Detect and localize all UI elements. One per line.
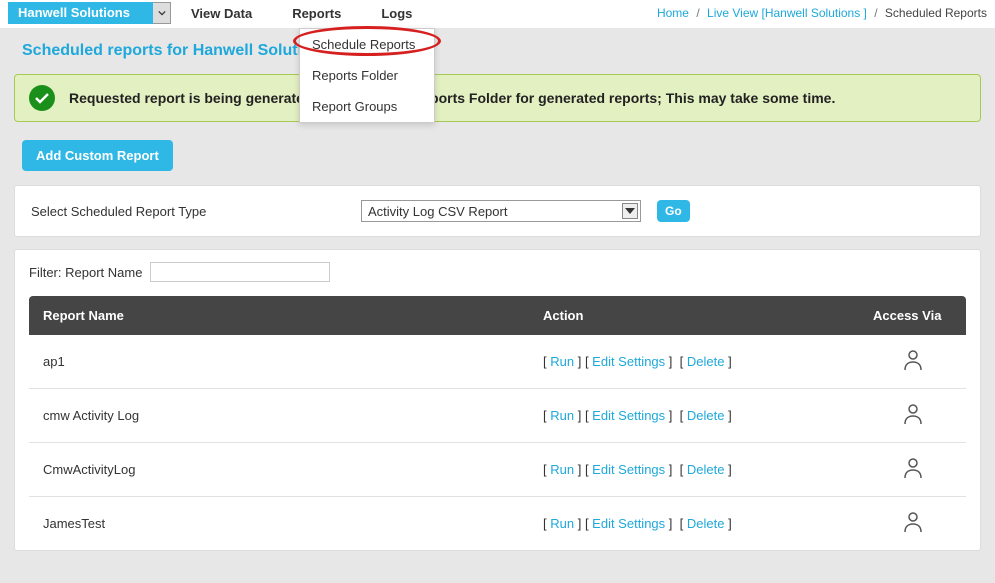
user-icon[interactable] bbox=[903, 457, 923, 482]
cell-access-via bbox=[859, 335, 966, 389]
filter-row: Filter: Report Name bbox=[29, 262, 966, 282]
delete-link[interactable]: Delete bbox=[687, 462, 725, 477]
header-action[interactable]: Action bbox=[529, 296, 859, 335]
table-row: cmw Activity Log[ Run ] [ Edit Settings … bbox=[29, 389, 966, 443]
page-title: Scheduled reports for Hanwell Solutions bbox=[22, 42, 981, 60]
delete-link[interactable]: Delete bbox=[687, 516, 725, 531]
chevron-down-icon bbox=[622, 203, 638, 219]
header-report-name[interactable]: Report Name bbox=[29, 296, 529, 335]
report-type-panel: Select Scheduled Report Type Activity Lo… bbox=[14, 185, 981, 237]
site-selector[interactable]: Hanwell Solutions bbox=[8, 2, 171, 24]
dropdown-reports-folder[interactable]: Reports Folder bbox=[300, 60, 434, 91]
cell-access-via bbox=[859, 389, 966, 443]
report-type-value: Activity Log CSV Report bbox=[368, 204, 507, 219]
delete-link[interactable]: Delete bbox=[687, 354, 725, 369]
user-icon[interactable] bbox=[903, 403, 923, 428]
run-link[interactable]: Run bbox=[550, 354, 574, 369]
cell-action: [ Run ] [ Edit Settings ] [ Delete ] bbox=[529, 335, 859, 389]
report-type-select[interactable]: Activity Log CSV Report bbox=[361, 200, 641, 222]
table-header-row: Report Name Action Access Via bbox=[29, 296, 966, 335]
table-row: JamesTest[ Run ] [ Edit Settings ] [ Del… bbox=[29, 497, 966, 551]
user-icon[interactable] bbox=[903, 511, 923, 536]
site-selector-label: Hanwell Solutions bbox=[8, 2, 153, 24]
go-button[interactable]: Go bbox=[657, 200, 690, 222]
alert-text: Requested report is being generated. Ple… bbox=[69, 90, 835, 106]
cell-access-via bbox=[859, 443, 966, 497]
cell-report-name: ap1 bbox=[29, 335, 529, 389]
breadcrumb-home[interactable]: Home bbox=[657, 6, 689, 20]
edit-settings-link[interactable]: Edit Settings bbox=[592, 354, 665, 369]
main-content: Scheduled reports for Hanwell Solutions … bbox=[0, 28, 995, 583]
cell-access-via bbox=[859, 497, 966, 551]
edit-settings-link[interactable]: Edit Settings bbox=[592, 408, 665, 423]
reports-list-panel: Filter: Report Name Report Name Action A… bbox=[14, 249, 981, 551]
edit-settings-link[interactable]: Edit Settings bbox=[592, 516, 665, 531]
dropdown-report-groups[interactable]: Report Groups bbox=[300, 91, 434, 122]
run-link[interactable]: Run bbox=[550, 462, 574, 477]
main-nav: View Data Reports Logs Schedule Reports … bbox=[191, 6, 412, 21]
nav-logs[interactable]: Logs bbox=[381, 6, 412, 21]
cell-action: [ Run ] [ Edit Settings ] [ Delete ] bbox=[529, 443, 859, 497]
table-row: ap1[ Run ] [ Edit Settings ] [ Delete ] bbox=[29, 335, 966, 389]
breadcrumb: Home / Live View [Hanwell Solutions ] / … bbox=[657, 6, 987, 20]
filter-label: Filter: Report Name bbox=[29, 265, 142, 280]
cell-report-name: JamesTest bbox=[29, 497, 529, 551]
delete-link[interactable]: Delete bbox=[687, 408, 725, 423]
topbar: Hanwell Solutions View Data Reports Logs… bbox=[0, 0, 995, 26]
cell-action: [ Run ] [ Edit Settings ] [ Delete ] bbox=[529, 389, 859, 443]
edit-settings-link[interactable]: Edit Settings bbox=[592, 462, 665, 477]
run-link[interactable]: Run bbox=[550, 408, 574, 423]
table-row: CmwActivityLog[ Run ] [ Edit Settings ] … bbox=[29, 443, 966, 497]
user-icon[interactable] bbox=[903, 349, 923, 374]
reports-dropdown: Schedule Reports Reports Folder Report G… bbox=[299, 28, 435, 123]
breadcrumb-current: Scheduled Reports bbox=[885, 6, 987, 20]
add-custom-report-button[interactable]: Add Custom Report bbox=[22, 140, 173, 171]
breadcrumb-live-view[interactable]: Live View [Hanwell Solutions ] bbox=[707, 6, 867, 20]
header-access-via[interactable]: Access Via bbox=[859, 296, 966, 335]
chevron-down-icon[interactable] bbox=[153, 2, 171, 24]
dropdown-schedule-reports[interactable]: Schedule Reports bbox=[300, 29, 434, 60]
check-circle-icon bbox=[29, 85, 55, 111]
filter-report-name-input[interactable] bbox=[150, 262, 330, 282]
select-type-label: Select Scheduled Report Type bbox=[31, 204, 351, 219]
cell-report-name: cmw Activity Log bbox=[29, 389, 529, 443]
success-alert: Requested report is being generated. Ple… bbox=[14, 74, 981, 122]
reports-table: Report Name Action Access Via ap1[ Run ]… bbox=[29, 296, 966, 550]
cell-action: [ Run ] [ Edit Settings ] [ Delete ] bbox=[529, 497, 859, 551]
nav-view-data[interactable]: View Data bbox=[191, 6, 252, 21]
nav-reports[interactable]: Reports bbox=[292, 6, 341, 21]
cell-report-name: CmwActivityLog bbox=[29, 443, 529, 497]
run-link[interactable]: Run bbox=[550, 516, 574, 531]
